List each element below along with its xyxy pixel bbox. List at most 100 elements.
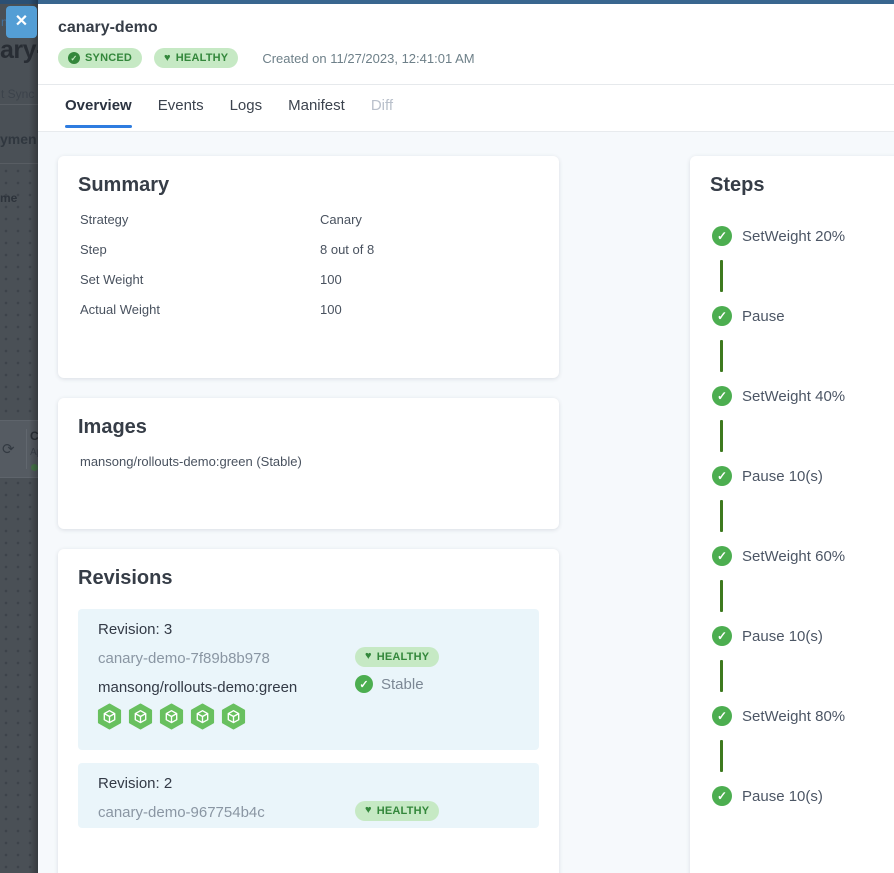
pod-cube-icon [158,703,185,730]
heart-icon: ♥ [164,53,171,64]
images-card-title: Images [78,416,147,439]
heart-icon: ♥ [365,805,372,816]
steps-card-title: Steps [710,174,764,197]
image-item: mansong/rollouts-demo:green (Stable) [80,454,302,469]
status-badge-label: SYNCED [85,52,132,64]
revision-label: Revision: 3 [98,621,172,638]
revision-health: ♥ HEALTHY [355,646,439,667]
tab-bar: Overview Events Logs Manifest Diff [65,97,393,128]
status-badge-healthy: ♥ HEALTHY [355,647,439,667]
summary-row-value: 8 out of 8 [320,242,374,257]
step-label: SetWeight 80% [742,708,845,725]
revision-block: Revision: 2 canary-demo-967754b4c ♥ HEALTHY [78,763,539,828]
step-connector-line [720,420,723,452]
pod-icons-row [96,703,247,730]
summary-row-value: 100 [320,302,342,317]
node-title-fragment: Ca [30,429,38,443]
overview-tab-content: Summary StrategyCanaryStep8 out of 8 Set … [38,131,894,873]
revision-name: canary-demo-967754b4c [98,804,265,821]
step-check-icon: ✓ [712,706,732,726]
summary-row-label: Strategy [80,212,320,227]
background-table-header-fragment: me [0,191,17,205]
step-connector-line [720,260,723,292]
revision-label: Revision: 2 [98,775,172,792]
status-badge-synced: ✓ SYNCED [58,48,142,68]
tab-events[interactable]: Events [158,97,204,128]
steps-card: Steps ✓ SetWeight 20% ✓ Pause ✓SetWeight 40%… [690,156,894,873]
revision-image: mansong/rollouts-demo:green [98,679,297,696]
summary-card-title: Summary [78,174,169,197]
pod-cube-icon [220,703,247,730]
tab-logs[interactable]: Logs [230,97,263,128]
rollout-details-panel: canary-demo ✓SYNCED♥HEALTHY Created on 1… [38,0,894,873]
step-label: SetWeight 60% [742,548,845,565]
header-divider [38,84,894,85]
summary-row-label: Set Weight [80,272,320,287]
heart-icon: ♥ [365,651,372,662]
created-timestamp: Created on 11/27/2023, 12:41:01 AM [262,51,474,66]
revision-health: ♥ HEALTHY [355,800,439,821]
summary-row-label: Actual Weight [80,302,320,317]
node-subtitle-fragment: Ap [30,447,38,458]
background-top-bar [0,0,38,4]
step-check-icon: ✓ [712,306,732,326]
background-app-title-fragment: ary- [0,36,38,65]
step-label: Pause [742,308,785,325]
step-label: Pause 10(s) [742,788,823,805]
node-health-dot-icon [31,464,38,471]
step-connector-line [720,340,723,372]
background-divider [0,104,38,105]
step-connector-line [720,500,723,532]
tab-diff[interactable]: Diff [371,97,393,128]
check-circle-icon: ✓ [68,52,80,64]
summary-rows: StrategyCanaryStep8 out of 8 Set Weight10… [80,204,539,324]
step-check-icon: ✓ [712,626,732,646]
images-card: Images mansong/rollouts-demo:green (Stab… [58,398,559,529]
revision-status: ✓ Stable [355,675,424,693]
check-circle-icon: ✓ [355,675,373,693]
revision-status-label: Stable [381,676,424,693]
sync-arrows-icon: ⟳ [2,440,15,458]
background-section-fragment: ymen [0,131,37,147]
step-connector-line [720,580,723,612]
step-connector-line [720,740,723,772]
resource-graph-dots [0,165,38,873]
page-title: canary-demo [58,19,158,37]
background-sync-status-fragment: t Sync [1,87,34,101]
status-badge-healthy: ♥ HEALTHY [355,801,439,821]
step-check-icon: ✓ [712,386,732,406]
step-label: Pause 10(s) [742,628,823,645]
pod-cube-icon [189,703,216,730]
panel-accent-bar [38,0,894,4]
status-badge-healthy: ♥HEALTHY [154,48,238,68]
tab-manifest[interactable]: Manifest [288,97,345,128]
screen: nt:soft ary- t Sync ymen me ⟳ Ca Ap ✕ ca… [0,0,894,873]
tab-overview[interactable]: Overview [65,97,132,128]
step-item: ✓SetWeight 60% [712,546,845,566]
pod-cube-icon [127,703,154,730]
step-check-icon: ✓ [712,786,732,806]
step-check-icon: ✓ [712,466,732,486]
step-item: ✓ SetWeight 80% [712,706,845,726]
step-label: SetWeight 20% [742,228,845,245]
summary-card: Summary StrategyCanaryStep8 out of 8 Set … [58,156,559,378]
status-badge-label: HEALTHY [377,805,430,817]
step-item: ✓SetWeight 40% [712,386,845,406]
step-item: ✓ Pause 10(s) [712,786,823,806]
pod-cube-icon [96,703,123,730]
revision-block: Revision: 3canary-demo-7f89b8b978♥HEALTH… [78,609,539,750]
summary-row: Step8 out of 8 [80,234,539,264]
status-badge-label: HEALTHY [377,651,430,663]
revisions-card-title: Revisions [78,567,172,590]
summary-row-value: 100 [320,272,342,287]
background-resource-node-card: ⟳ Ca Ap [0,420,38,478]
summary-row: StrategyCanary [80,204,539,234]
background-divider [0,163,38,164]
close-panel-button[interactable]: ✕ [6,6,37,38]
step-label: Pause 10(s) [742,468,823,485]
step-connector-line [720,660,723,692]
summary-row: Actual Weight100 [80,294,539,324]
step-item: ✓ Pause 10(s) [712,626,823,646]
status-badge-row: ✓ SYNCED ♥HEALTHY Created on 11/27/2023, 1… [58,48,475,68]
close-icon: ✕ [15,13,28,30]
